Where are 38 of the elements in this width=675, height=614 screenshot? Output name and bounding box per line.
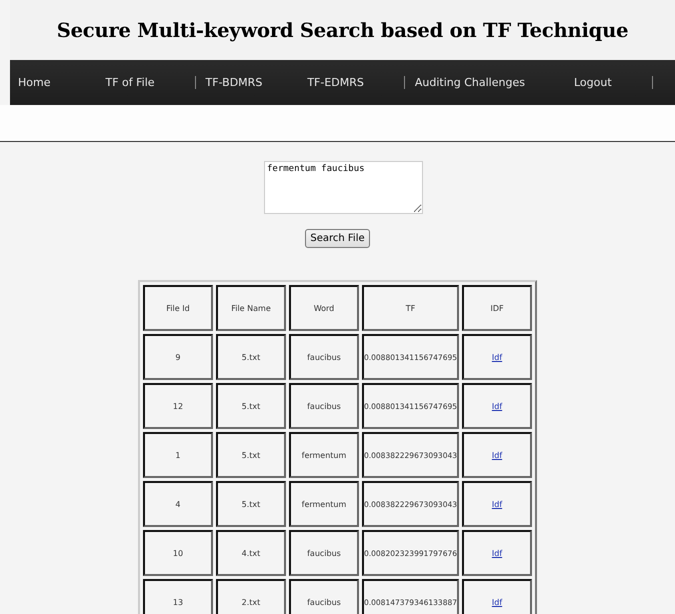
nav-link[interactable]: Auditing Challenges bbox=[414, 76, 574, 89]
idf-link[interactable]: Idf bbox=[492, 500, 502, 508]
table-cell: 2.txt bbox=[216, 579, 286, 614]
table-cell: 5.txt bbox=[216, 383, 286, 429]
table-cell: faucibus bbox=[288, 383, 359, 429]
idf-link[interactable]: Idf bbox=[492, 352, 502, 362]
search-file-button[interactable]: Search File bbox=[305, 229, 370, 248]
column-header: IDF bbox=[462, 285, 532, 331]
column-header: File Id bbox=[142, 285, 213, 331]
idf-link[interactable]: Idf bbox=[492, 450, 502, 460]
idf-link[interactable]: Idf bbox=[492, 548, 502, 558]
table-cell: faucibus bbox=[288, 530, 359, 576]
nav-link[interactable]: TF-EDMRS bbox=[307, 76, 405, 89]
nav-link[interactable]: TF of File bbox=[105, 76, 196, 89]
column-header: File Name bbox=[216, 285, 286, 331]
idf-link[interactable]: Idf bbox=[492, 598, 502, 606]
nav-link[interactable]: Home bbox=[18, 76, 106, 89]
nav-link[interactable]: TF-BDMRS bbox=[206, 76, 308, 89]
idf-link[interactable]: Idf bbox=[492, 402, 502, 410]
table-cell: faucibus bbox=[288, 579, 359, 614]
table-cell: 5.txt bbox=[216, 432, 286, 478]
table-cell: 5.txt bbox=[216, 481, 286, 527]
column-header: Word bbox=[288, 285, 359, 331]
table-cell: 10 bbox=[142, 530, 213, 576]
table-cell: 4.txt bbox=[216, 530, 286, 576]
search-field[interactable]: fermentum faucibus bbox=[264, 161, 423, 214]
table-cell: 9 bbox=[142, 334, 213, 380]
page-title: Secure Multi-keyword Search based on TF Technique bbox=[56, 18, 628, 42]
nav-link[interactable]: Logout bbox=[574, 76, 653, 89]
table-cell: faucibus bbox=[288, 334, 359, 380]
table-cell: 4 bbox=[142, 481, 213, 527]
table-cell: fermentum bbox=[288, 481, 359, 527]
table-cell: fermentum bbox=[288, 432, 359, 478]
table-cell: 12 bbox=[142, 383, 213, 429]
table-cell: 13 bbox=[142, 579, 213, 614]
column-header: TF bbox=[362, 285, 460, 331]
table-cell: 1 bbox=[142, 432, 213, 478]
table-cell: 5.txt bbox=[216, 334, 286, 380]
